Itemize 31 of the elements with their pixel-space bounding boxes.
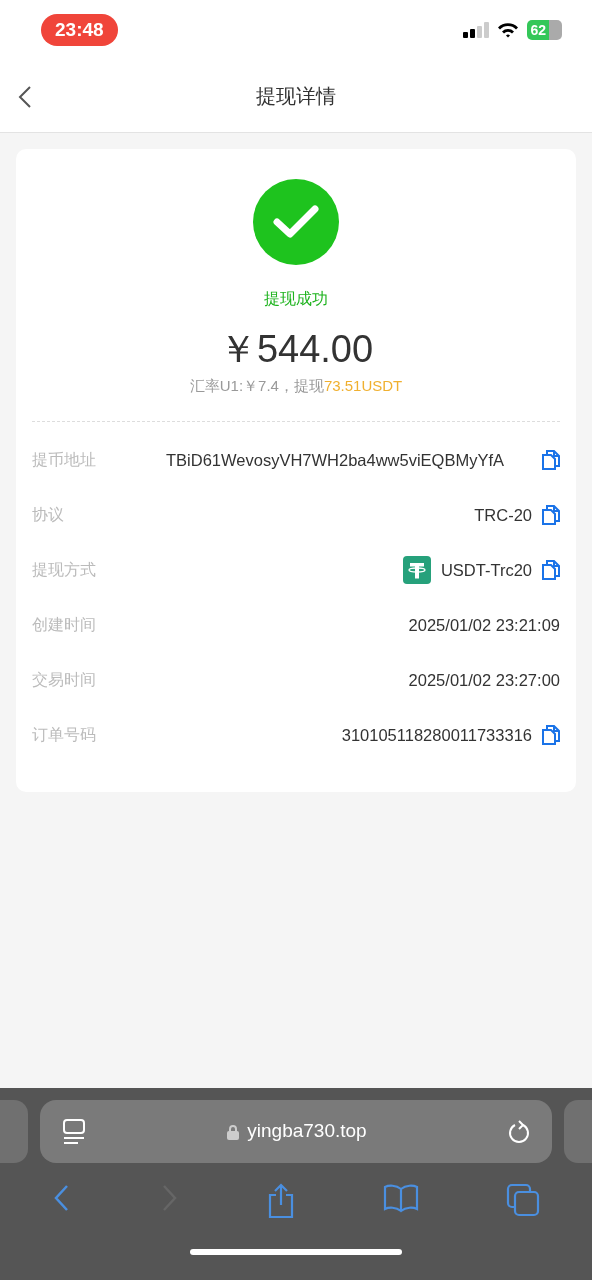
reload-icon[interactable] bbox=[508, 1119, 530, 1144]
field-value: 2025/01/02 23:21:09 bbox=[408, 615, 560, 637]
usdt-logo-icon bbox=[402, 556, 431, 585]
status-time: 23:48 bbox=[41, 14, 118, 46]
amount-text: ￥544.00 bbox=[217, 329, 375, 371]
signal-icon bbox=[463, 22, 490, 38]
field-value: 2025/01/02 23:27:00 bbox=[408, 670, 560, 692]
lock-icon bbox=[227, 1123, 240, 1140]
status-text: 提现成功 bbox=[263, 289, 329, 309]
copy-button[interactable] bbox=[542, 725, 560, 746]
field-label: 创建时间 bbox=[32, 615, 97, 636]
tabs-icon[interactable] bbox=[506, 1183, 541, 1219]
page-title: 提现详情 bbox=[256, 84, 336, 109]
field-label: 协议 bbox=[32, 505, 65, 526]
url-text: yingba730.top bbox=[247, 1119, 367, 1144]
field-label: 提现方式 bbox=[32, 560, 97, 581]
rate-text: 汇率U1:￥7.4，提现73.51USDT bbox=[188, 375, 404, 396]
copy-button[interactable] bbox=[542, 450, 560, 471]
field-label: 交易时间 bbox=[32, 670, 97, 691]
field-value: 310105118280011733316 bbox=[341, 725, 532, 747]
copy-button[interactable] bbox=[542, 505, 560, 526]
reader-icon[interactable] bbox=[62, 1118, 86, 1145]
address-bar[interactable]: yingba730.top bbox=[40, 1100, 552, 1163]
copy-button[interactable] bbox=[542, 560, 560, 581]
field-label: 提币地址 bbox=[32, 450, 97, 471]
field-value: TBiD61WevosyVH7WH2ba4ww5viEQBMyYfA bbox=[166, 450, 505, 472]
battery-icon: 62 bbox=[527, 20, 562, 40]
field-value: USDT-Trc20 bbox=[440, 560, 532, 582]
field-label: 订单号码 bbox=[32, 725, 97, 746]
field-value: TRC-20 bbox=[474, 505, 532, 527]
wifi-icon bbox=[497, 22, 520, 38]
